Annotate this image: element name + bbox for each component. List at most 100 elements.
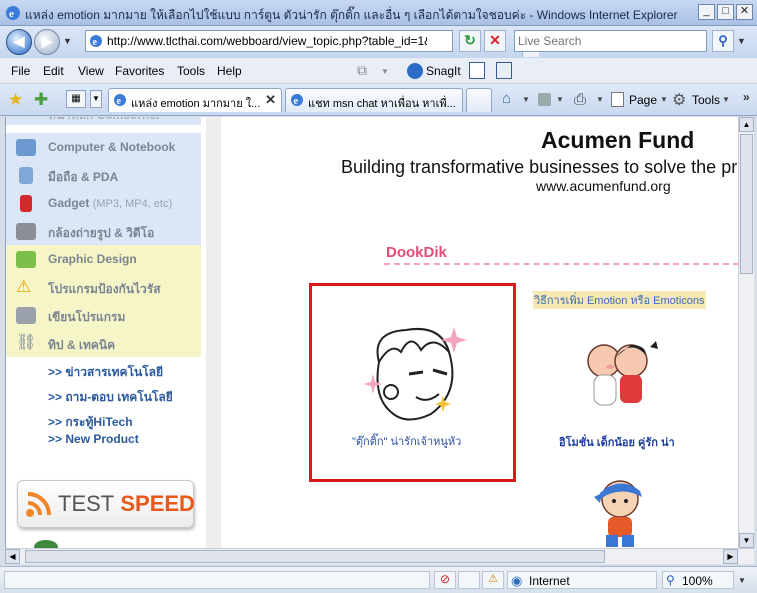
horizontal-scroll-thumb[interactable] xyxy=(25,550,605,563)
cartoon-boy-emoticon[interactable] xyxy=(361,322,471,427)
page-menu[interactable]: Page xyxy=(629,93,657,107)
history-dropdown-icon[interactable]: ▼ xyxy=(63,36,72,46)
url-text[interactable]: http://www.tlcthai.com/webboard/view_top… xyxy=(107,34,427,48)
sidebar-item-home[interactable]: หน้าหลัก Comcorner xyxy=(6,117,201,125)
privacy-icon[interactable]: ⊘ xyxy=(434,571,456,589)
sidebar-item-camera[interactable]: กล้องถ่ายรูป & วิดีโอ xyxy=(6,217,201,245)
snagit-button[interactable]: SnagIt xyxy=(426,64,461,78)
sidebar-item-mobile[interactable]: มือถือ & PDA xyxy=(6,161,201,189)
sidebar-item-computer[interactable]: Computer & Notebook xyxy=(6,133,201,161)
server-icon xyxy=(16,307,36,324)
sidebar-item-label: เขียนโปรแกรม xyxy=(48,310,126,324)
refresh-button[interactable]: ↻ xyxy=(459,30,481,52)
sidebar-item-graphic[interactable]: Graphic Design xyxy=(6,245,201,273)
close-tab-icon[interactable]: ✕ xyxy=(265,92,276,108)
tab-msn-chat[interactable]: e แชท msn chat หาเพื่อน หาเพื่... xyxy=(285,88,463,112)
print-icon[interactable]: ⎙ xyxy=(574,91,586,108)
sidebar-item-label: โปรแกรมป้องกันไวรัส xyxy=(48,282,161,296)
search-box[interactable] xyxy=(514,30,707,52)
close-window-button[interactable]: ✕ xyxy=(736,4,753,20)
back-button[interactable]: ◀ xyxy=(6,29,32,55)
zoom-control[interactable]: ⚲ 100% xyxy=(662,571,734,589)
horizontal-scrollbar[interactable]: ◀ ▶ xyxy=(5,548,754,564)
stop-button[interactable]: ✕ xyxy=(484,30,506,52)
tools-menu[interactable]: Tools xyxy=(692,93,720,107)
search-options-icon[interactable]: ▼ xyxy=(737,36,746,46)
page-dropdown-icon[interactable]: ▼ xyxy=(660,95,668,104)
menu-file[interactable]: File xyxy=(11,64,30,78)
new-tab-button[interactable] xyxy=(466,88,492,112)
security-zone[interactable]: ◉ Internet xyxy=(507,571,657,589)
menu-tools[interactable]: Tools xyxy=(177,64,205,78)
menu-view[interactable]: View xyxy=(78,64,104,78)
gear-icon[interactable]: ⚙ xyxy=(672,90,686,110)
search-input[interactable] xyxy=(515,31,705,51)
maximize-button[interactable]: □ xyxy=(717,4,734,20)
ad-tagline[interactable]: Building transformative businesses to so… xyxy=(341,157,737,178)
svg-text:e: e xyxy=(9,8,14,20)
sidebar-item-programming[interactable]: เขียนโปรแกรม xyxy=(6,301,201,329)
quick-tabs-icon[interactable]: ▦ xyxy=(66,90,86,108)
menu-edit[interactable]: Edit xyxy=(43,64,64,78)
speed-test-banner[interactable]: TEST SPEED xyxy=(17,480,195,528)
snagit-edit-icon[interactable] xyxy=(496,62,512,79)
menu-favorites[interactable]: Favorites xyxy=(115,64,164,78)
globe-icon: ◉ xyxy=(511,573,523,588)
scroll-up-icon[interactable]: ▲ xyxy=(739,117,754,132)
sidebar-item-label: หน้าหลัก Comcorner xyxy=(48,117,161,125)
phone-icon xyxy=(19,167,33,184)
scroll-left-icon[interactable]: ◀ xyxy=(5,549,20,564)
sidebar-item-label: Graphic Design xyxy=(48,252,137,266)
window-title: แหล่ง emotion มากมาย ให้เลือกไปใช้แบบ กา… xyxy=(25,8,678,22)
addon-icon[interactable]: ⧉ xyxy=(357,62,375,80)
tools-dropdown-icon[interactable]: ▼ xyxy=(722,95,730,104)
ie-page-icon: e xyxy=(291,94,303,107)
ad-title[interactable]: Acumen Fund xyxy=(541,127,694,154)
svg-text:e: e xyxy=(294,96,299,107)
kids-emoticon-caption[interactable]: อิโมชั่น เด็กน้อย คู่รัก น่า xyxy=(559,433,675,451)
warning-icon: ⚠ xyxy=(16,277,32,296)
how-to-add-emoticons-link[interactable]: วิธีการเพิ่ม Emotion หรือ Emoticons xyxy=(533,291,706,309)
chevron-more-icon[interactable]: » xyxy=(743,90,750,104)
link-tech-qa[interactable]: >> ถาม-ตอบ เทคโนโลยี xyxy=(48,388,173,407)
sidebar-item-antivirus[interactable]: ⚠ โปรแกรมป้องกันไวรัส xyxy=(6,273,201,301)
link-tech-news[interactable]: >> ข่าวสารเทคโนโลยี xyxy=(48,363,163,382)
page-icon[interactable] xyxy=(611,92,624,107)
link-new-product[interactable]: >> New Product xyxy=(48,432,139,446)
scroll-down-icon[interactable]: ▼ xyxy=(739,533,754,548)
wifi-signal-icon xyxy=(26,492,51,517)
popup-blocker-icon[interactable]: ⚠ xyxy=(482,571,504,589)
feeds-dropdown-icon[interactable]: ▼ xyxy=(556,95,564,104)
favorites-star-icon[interactable]: ★ xyxy=(8,90,23,110)
search-icon[interactable]: ⚲ xyxy=(712,30,734,52)
feeds-icon[interactable] xyxy=(538,93,551,106)
sidebar-item-tips[interactable]: ⛓ ทิป & เทคนิค xyxy=(6,329,201,357)
add-favorite-icon[interactable]: ✚ xyxy=(34,90,48,110)
minimize-button[interactable]: _ xyxy=(698,4,715,20)
address-bar[interactable]: e http://www.tlcthai.com/webboard/view_t… xyxy=(85,30,539,57)
snagit-icon[interactable] xyxy=(407,63,423,79)
addon-dropdown-icon[interactable]: ▼ xyxy=(381,67,389,76)
vertical-scroll-thumb[interactable] xyxy=(740,134,753,274)
cartoon-kid-bandana-emoticon[interactable] xyxy=(586,475,656,548)
kids-kissing-emoticon[interactable] xyxy=(576,339,671,419)
home-dropdown-icon[interactable]: ▼ xyxy=(522,95,530,104)
snagit-window-icon[interactable] xyxy=(469,62,485,79)
selected-emoticon-caption[interactable]: "ตุ๊กติ๊ก" น่ารักเจ้าหนูหัว xyxy=(352,432,461,450)
sidebar-item-gadget[interactable]: Gadget (MP3, MP4, etc) xyxy=(6,189,201,217)
vertical-scrollbar[interactable]: ▲ ▼ xyxy=(738,117,754,548)
print-dropdown-icon[interactable]: ▼ xyxy=(596,95,604,104)
home-icon[interactable]: ⌂ xyxy=(502,90,511,107)
tab-list-icon[interactable]: ▼ xyxy=(90,90,102,108)
sidebar-item-label: ทิป & เทคนิค xyxy=(48,338,116,352)
zoom-icon: ⚲ xyxy=(666,573,675,587)
tab-emotion[interactable]: e แหล่ง emotion มากมาย ใ... ✕ xyxy=(108,88,282,112)
forward-button[interactable]: ▶ xyxy=(34,29,60,55)
menu-help[interactable]: Help xyxy=(217,64,242,78)
sidebar-gutter xyxy=(206,117,221,548)
title-bar: e แหล่ง emotion มากมาย ให้เลือกไปใช้แบบ … xyxy=(0,0,757,26)
scroll-right-icon[interactable]: ▶ xyxy=(723,549,738,564)
link-hitech-board[interactable]: >> กระทู้HiTech xyxy=(48,413,133,432)
ad-url[interactable]: www.acumenfund.org xyxy=(536,178,671,194)
zoom-dropdown-icon[interactable]: ▼ xyxy=(738,576,746,585)
